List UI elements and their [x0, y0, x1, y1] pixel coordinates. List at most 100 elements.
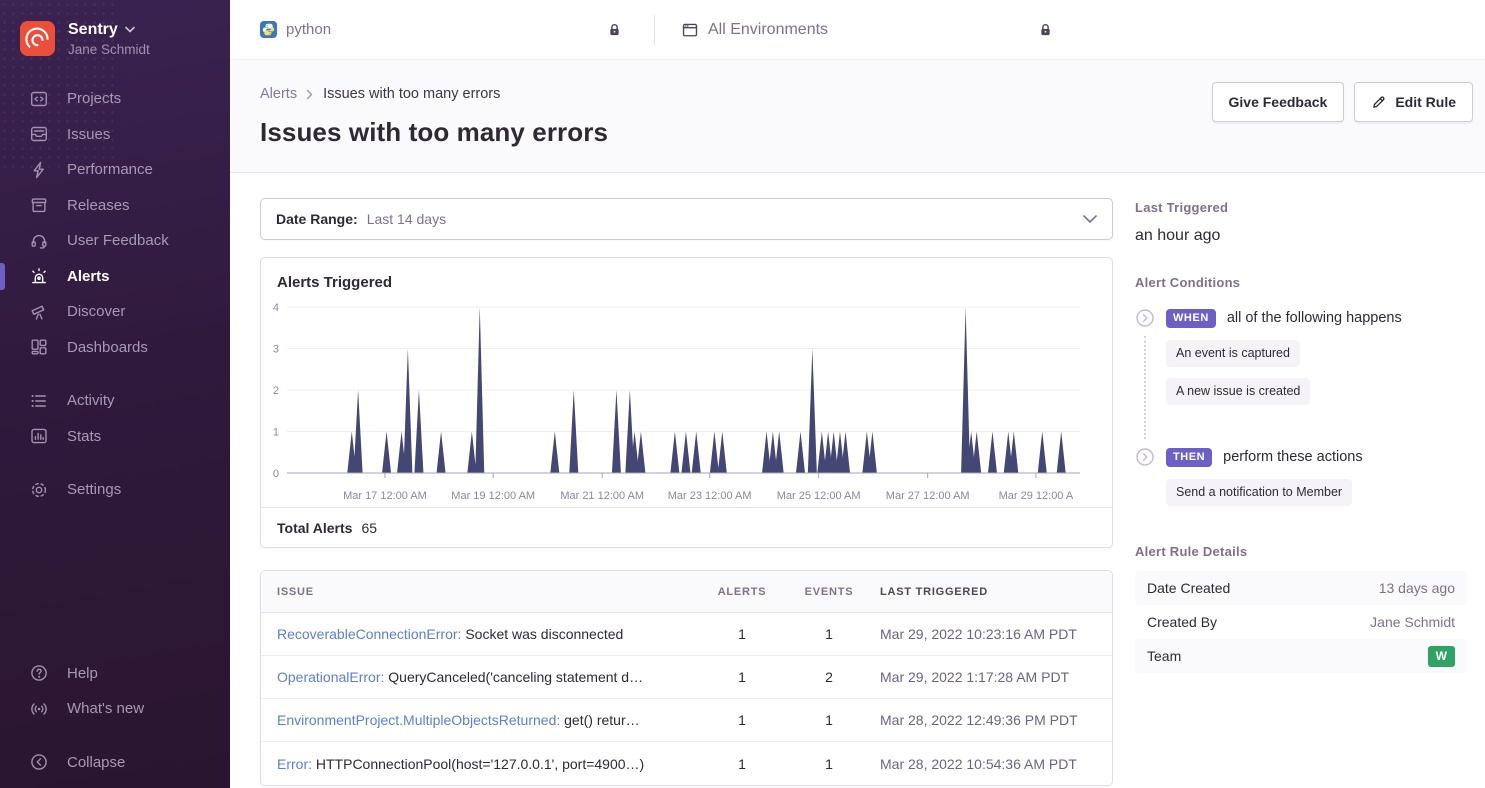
org-name: Sentry: [68, 21, 118, 39]
svg-text:1: 1: [273, 427, 279, 439]
date-range-value: Last 14 days: [367, 211, 446, 227]
edit-rule-button[interactable]: Edit Rule: [1354, 82, 1473, 122]
sidebar-item-label: Activity: [67, 392, 115, 409]
total-alerts-row: Total Alerts 65: [261, 507, 1112, 547]
project-selector[interactable]: python: [260, 21, 622, 38]
org-switcher[interactable]: Sentry Jane Schmidt: [0, 0, 230, 57]
pencil-icon: [1371, 94, 1387, 110]
alerts-count: 1: [700, 626, 784, 642]
sidebar-collapse-button[interactable]: Collapse: [0, 745, 230, 781]
sidebar-item-issues[interactable]: Issues: [0, 117, 230, 153]
sidebar-item-projects[interactable]: Projects: [0, 81, 230, 117]
svg-text:Mar 29 12:00 A: Mar 29 12:00 A: [999, 490, 1074, 502]
sidebar-item-label: Projects: [67, 90, 121, 107]
table-row[interactable]: Error: HTTPConnectionPool(host='127.0.0.…: [261, 742, 1112, 785]
sidebar-item-label: Alerts: [67, 268, 110, 285]
sidebar-item-settings[interactable]: Settings: [0, 472, 230, 508]
sidebar-item-activity[interactable]: Activity: [0, 383, 230, 419]
when-badge: WHEN: [1166, 309, 1216, 328]
chevron-down-icon: [1083, 215, 1097, 224]
events-count: 1: [784, 626, 874, 642]
header-actions: Give Feedback Edit Rule: [1212, 82, 1474, 122]
issue-link[interactable]: Error:: [277, 756, 312, 772]
sidebar-item-discover[interactable]: Discover: [0, 294, 230, 330]
sidebar-item-stats[interactable]: Stats: [0, 419, 230, 455]
topbar-divider: [654, 15, 655, 45]
issue-link[interactable]: OperationalError:: [277, 669, 384, 685]
sidebar-item-help[interactable]: Help: [0, 656, 230, 692]
detail-label: Created By: [1147, 614, 1217, 630]
sidebar-footer: Help What's new Collapse: [0, 656, 230, 788]
sidebar-item-performance[interactable]: Performance: [0, 152, 230, 188]
breadcrumb-alerts-link[interactable]: Alerts: [260, 86, 297, 102]
date-range-label: Date Range:: [276, 211, 358, 227]
svg-text:4: 4: [273, 302, 279, 314]
lock-icon: [607, 22, 622, 38]
svg-text:0: 0: [273, 468, 279, 480]
help-icon: [29, 663, 49, 683]
main-area: python All Environments Alerts: [230, 0, 1485, 788]
sidebar-item-label: Stats: [67, 428, 101, 445]
svg-text:Mar 21 12:00 AM: Mar 21 12:00 AM: [560, 490, 644, 502]
detail-label: Team: [1147, 648, 1181, 664]
give-feedback-button[interactable]: Give Feedback: [1212, 82, 1345, 122]
sidebar-item-label: Help: [67, 665, 98, 682]
last-triggered-cell: Mar 28, 2022 10:54:36 AM PDT: [874, 756, 1112, 772]
date-range-select[interactable]: Date Range: Last 14 days: [260, 198, 1113, 240]
edit-rule-label: Edit Rule: [1395, 94, 1456, 110]
right-panel: Last Triggered an hour ago Alert Conditi…: [1135, 198, 1467, 788]
then-action-item: Send a notification to Member: [1166, 479, 1352, 506]
sidebar-item-label: Issues: [67, 126, 110, 143]
sidebar-item-alerts[interactable]: Alerts: [0, 259, 230, 295]
sidebar-item-label: Releases: [67, 197, 130, 214]
total-alerts-label: Total Alerts: [277, 520, 352, 536]
alerts-count: 1: [700, 712, 784, 728]
last-triggered-value: an hour ago: [1135, 227, 1467, 245]
issue-link[interactable]: EnvironmentProject.MultipleObjectsReturn…: [277, 712, 560, 728]
sidebar-item-dashboards[interactable]: Dashboards: [0, 330, 230, 366]
chart-title: Alerts Triggered: [261, 258, 1112, 295]
environment-selector[interactable]: All Environments: [681, 21, 1053, 39]
left-column: Date Range: Last 14 days Alerts Triggere…: [260, 198, 1113, 788]
detail-value: 13 days ago: [1379, 580, 1455, 596]
sidebar-item-label: Discover: [67, 303, 125, 320]
app-window: Sentry Jane Schmidt Projects Issues Perf…: [0, 0, 1485, 788]
issues-icon: [29, 124, 49, 144]
events-count: 1: [784, 712, 874, 728]
sidebar: Sentry Jane Schmidt Projects Issues Perf…: [0, 0, 230, 788]
table-row[interactable]: RecoverableConnectionError: Socket was d…: [261, 613, 1112, 656]
team-avatar-badge[interactable]: W: [1428, 646, 1455, 667]
svg-text:Mar 25 12:00 AM: Mar 25 12:00 AM: [777, 490, 861, 502]
sidebar-item-releases[interactable]: Releases: [0, 188, 230, 224]
condition-connector: [1144, 336, 1146, 439]
alerts-count: 1: [700, 669, 784, 685]
sidebar-item-whats-new[interactable]: What's new: [0, 691, 230, 727]
issue-description: Socket was disconnected: [465, 626, 623, 642]
performance-icon: [29, 160, 49, 180]
table-row[interactable]: EnvironmentProject.MultipleObjectsReturn…: [261, 699, 1112, 742]
issues-table-body: RecoverableConnectionError: Socket was d…: [261, 613, 1112, 785]
svg-text:Mar 19 12:00 AM: Mar 19 12:00 AM: [451, 490, 535, 502]
dashboards-icon: [29, 337, 49, 357]
last-triggered-heading: Last Triggered: [1135, 200, 1467, 215]
environments-icon: [681, 21, 699, 39]
alerts-triggered-card: Alerts Triggered 01234Mar 17 12:00 AMMar…: [260, 257, 1113, 548]
issue-description: get() retur…: [564, 712, 639, 728]
then-badge: THEN: [1166, 448, 1212, 467]
column-header-alerts: ALERTS: [700, 586, 784, 598]
issue-link[interactable]: RecoverableConnectionError:: [277, 626, 461, 642]
lock-icon: [1038, 22, 1053, 38]
issue-cell: EnvironmentProject.MultipleObjectsReturn…: [261, 712, 700, 728]
sidebar-item-user-feedback[interactable]: User Feedback: [0, 223, 230, 259]
alert-rule-details-heading: Alert Rule Details: [1135, 544, 1467, 559]
settings-icon: [29, 480, 49, 500]
when-condition-item: An event is captured: [1166, 340, 1300, 367]
page-header: Alerts Issues with too many errors Issue…: [230, 60, 1485, 173]
column-header-last-triggered: LAST TRIGGERED: [874, 586, 1112, 598]
table-row[interactable]: OperationalError: QueryCanceled('canceli…: [261, 656, 1112, 699]
column-header-issue: ISSUE: [261, 586, 700, 598]
events-count: 2: [784, 669, 874, 685]
svg-text:Mar 23 12:00 AM: Mar 23 12:00 AM: [668, 490, 752, 502]
sidebar-item-label: Collapse: [67, 754, 125, 771]
sidebar-item-label: Settings: [67, 481, 121, 498]
